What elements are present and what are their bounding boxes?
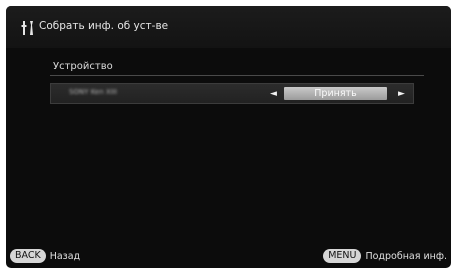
device-row[interactable]: SONY Ken XIII ◄ Принять ► (50, 83, 414, 104)
menu-control[interactable]: MENU Подробная инф. (323, 248, 447, 264)
arrow-left-icon[interactable]: ◄ (270, 87, 277, 101)
screen: Собрать инф. об уст-ве Устройство SONY K… (6, 6, 451, 268)
back-label: Назад (49, 250, 81, 262)
device-name: SONY Ken XIII (69, 88, 117, 96)
page-title: Собрать инф. об уст-ве (39, 20, 169, 32)
header-bar: Собрать инф. об уст-ве (6, 6, 451, 48)
section-divider (50, 75, 424, 76)
back-control[interactable]: BACK Назад (10, 248, 80, 264)
back-button[interactable]: BACK (10, 249, 46, 263)
accept-button[interactable]: Принять (284, 87, 387, 100)
menu-label: Подробная инф. (365, 250, 447, 262)
tools-icon (21, 21, 33, 35)
section-label: Устройство (53, 61, 113, 72)
arrow-right-icon[interactable]: ► (398, 87, 405, 101)
menu-button[interactable]: MENU (323, 249, 362, 263)
